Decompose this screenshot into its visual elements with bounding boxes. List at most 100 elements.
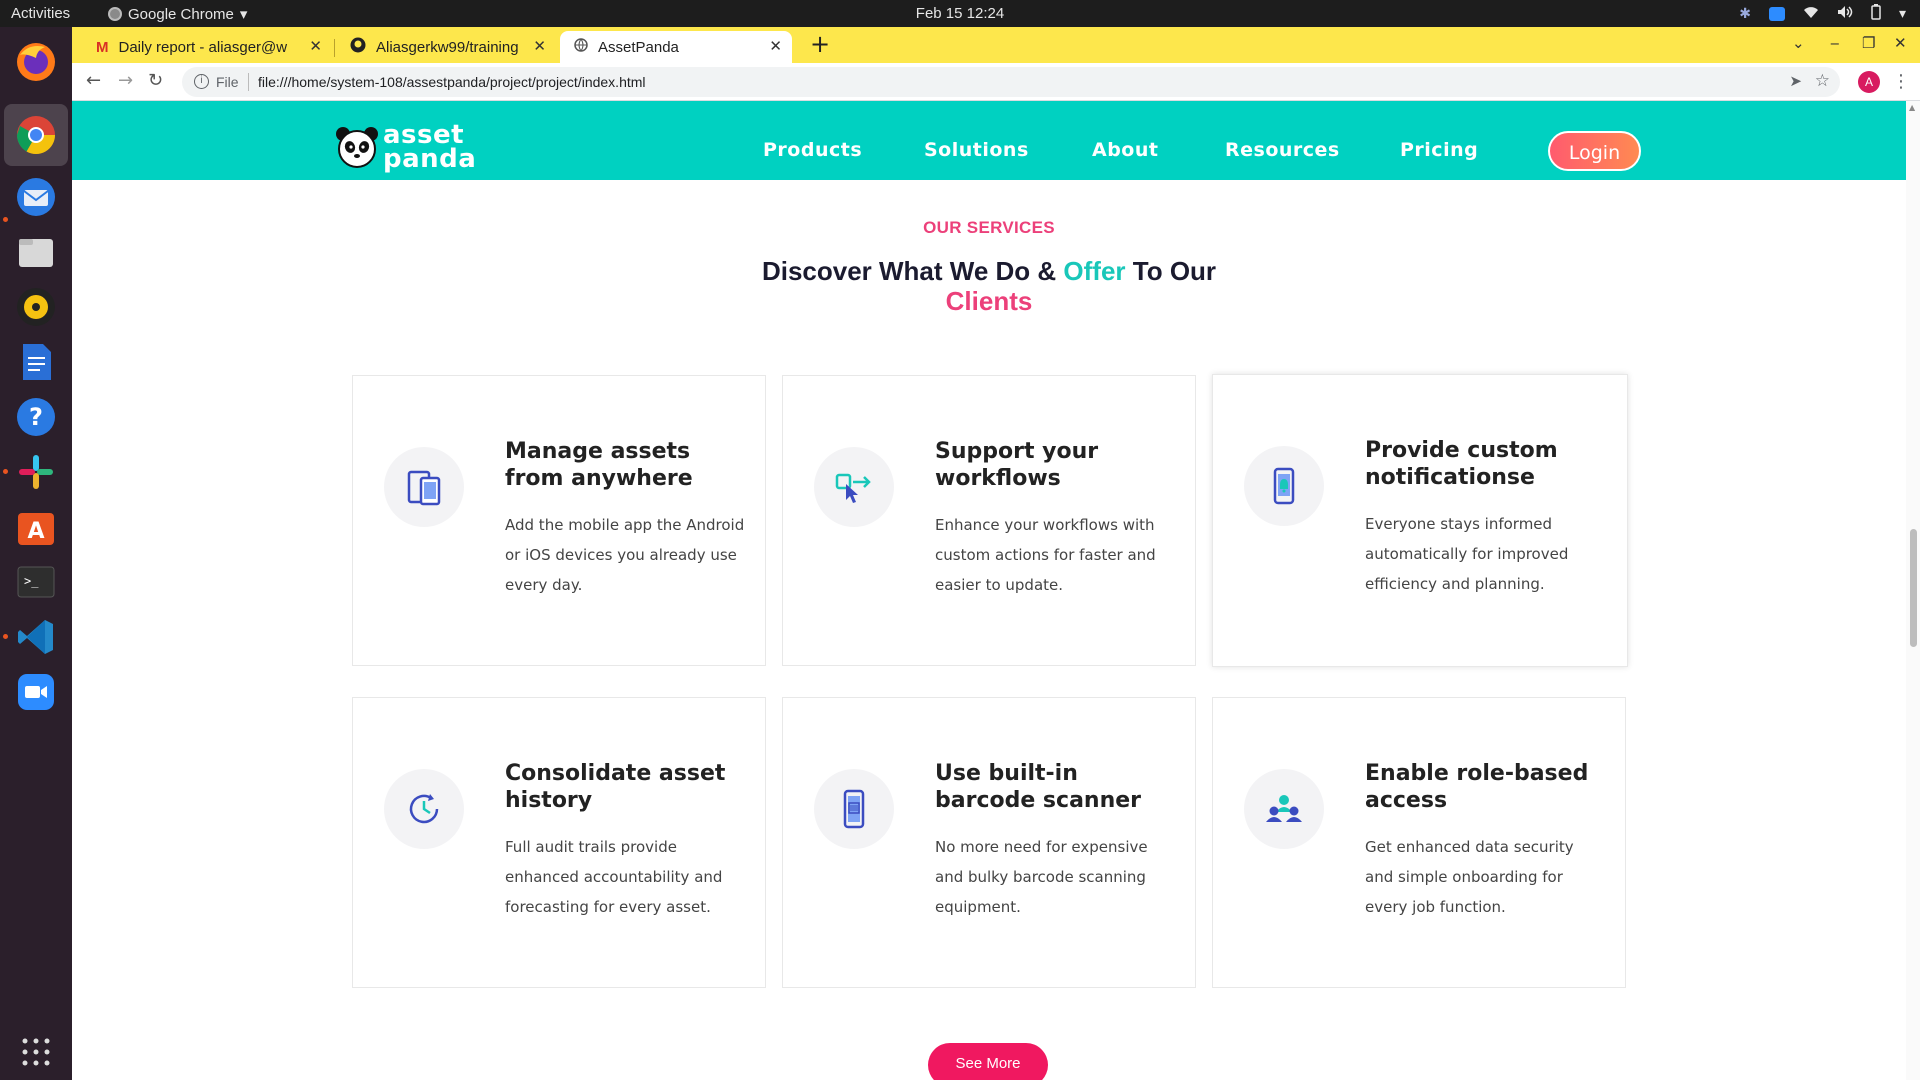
firefox-icon[interactable] bbox=[11, 37, 61, 87]
profile-avatar[interactable]: A bbox=[1858, 71, 1880, 93]
libreoffice-writer-icon[interactable] bbox=[11, 337, 61, 387]
card-title: Consolidate asset history bbox=[505, 761, 726, 813]
activities-button[interactable]: Activities bbox=[11, 5, 70, 22]
url-text[interactable]: file:///home/system-108/assestpanda/proj… bbox=[258, 74, 646, 90]
service-card[interactable]: Consolidate asset history Full audit tra… bbox=[352, 697, 766, 988]
title-highlight-clients: Clients bbox=[945, 286, 1033, 316]
zoom-icon[interactable] bbox=[11, 667, 61, 717]
card-description: Get enhanced data security and simple on… bbox=[1365, 838, 1574, 916]
minimize-button[interactable]: ‒ bbox=[1830, 34, 1840, 52]
tab-title: Daily report - aliasger@w bbox=[118, 38, 288, 56]
card-title: Enable role-based access bbox=[1365, 761, 1589, 813]
card-title: Manage assets from anywhere bbox=[505, 439, 693, 491]
app-menu[interactable]: Google Chrome ▾ bbox=[108, 5, 247, 23]
system-top-bar: Activities Google Chrome ▾ Feb 15 12:24 … bbox=[0, 0, 1920, 27]
card-description: Add the mobile app the Android or iOS de… bbox=[505, 516, 745, 594]
reload-button[interactable]: ↻ bbox=[148, 70, 163, 91]
tab-gmail[interactable]: M Daily report - aliasger@w ✕ bbox=[82, 31, 332, 63]
logo-text-line2: panda bbox=[383, 144, 477, 174]
login-button[interactable]: Login bbox=[1548, 131, 1641, 171]
workflow-cursor-icon bbox=[814, 447, 894, 527]
barcode-scanner-icon bbox=[814, 769, 894, 849]
terminal-icon[interactable]: >_ bbox=[11, 557, 61, 607]
restore-button[interactable]: ❐ bbox=[1862, 34, 1875, 52]
power-menu-icon[interactable]: ▾ bbox=[1899, 5, 1906, 22]
clock[interactable]: Feb 15 12:24 bbox=[0, 5, 1920, 22]
services-title: Discover What We Do & Offer To Our Clien… bbox=[72, 256, 1906, 316]
show-applications-icon[interactable] bbox=[11, 1027, 61, 1077]
tab-title: AssetPanda bbox=[598, 38, 679, 56]
tab-github[interactable]: Aliasgerkw99/training ✕ bbox=[336, 31, 556, 63]
battery-icon[interactable] bbox=[1871, 4, 1881, 23]
nav-resources[interactable]: Resources bbox=[1225, 139, 1340, 161]
role-group-icon bbox=[1244, 769, 1324, 849]
thunderbird-icon[interactable] bbox=[11, 172, 61, 222]
service-card[interactable]: Support your workflows Enhance your work… bbox=[782, 375, 1196, 666]
card-title: Support your workflows bbox=[935, 439, 1099, 491]
chrome-icon[interactable] bbox=[4, 104, 68, 166]
chevron-down-icon: ▾ bbox=[239, 6, 248, 23]
service-card[interactable]: Enable role-based access Get enhanced da… bbox=[1212, 697, 1626, 988]
assetpanda-logo[interactable]: asset panda bbox=[335, 122, 477, 174]
slack-icon[interactable] bbox=[11, 447, 61, 497]
phone-notification-icon bbox=[1244, 446, 1324, 526]
scrollbar-thumb[interactable] bbox=[1910, 529, 1917, 647]
github-icon bbox=[350, 37, 366, 57]
close-icon[interactable]: ✕ bbox=[769, 37, 782, 55]
card-description: Full audit trails provide enhanced accou… bbox=[505, 838, 723, 916]
service-card[interactable]: Use built-in barcode scanner No more nee… bbox=[782, 697, 1196, 988]
new-tab-button[interactable]: + bbox=[810, 30, 830, 58]
forward-button[interactable]: → bbox=[118, 70, 133, 91]
app-center-icon[interactable]: A bbox=[11, 502, 61, 552]
nav-products[interactable]: Products bbox=[763, 139, 862, 161]
slack-tray-icon[interactable]: ✱ bbox=[1739, 5, 1751, 22]
nav-about[interactable]: About bbox=[1092, 139, 1158, 161]
service-card[interactable]: Manage assets from anywhere Add the mobi… bbox=[352, 375, 766, 666]
back-button[interactable]: ← bbox=[86, 70, 101, 91]
page-scrollbar[interactable]: ▲ bbox=[1906, 101, 1920, 1080]
help-icon[interactable]: ? bbox=[11, 392, 61, 442]
info-icon[interactable]: i bbox=[194, 74, 209, 89]
browser-toolbar: ← → ↻ i File file:///home/system-108/ass… bbox=[72, 63, 1920, 101]
vscode-icon[interactable] bbox=[11, 612, 61, 662]
service-card[interactable]: Provide custom notificationse Everyone s… bbox=[1212, 374, 1628, 667]
gmail-icon: M bbox=[96, 38, 109, 56]
close-icon[interactable]: ✕ bbox=[309, 37, 322, 55]
files-icon[interactable] bbox=[11, 227, 61, 277]
send-icon[interactable]: ➤ bbox=[1789, 72, 1802, 90]
tab-assetpanda[interactable]: AssetPanda ✕ bbox=[560, 31, 792, 63]
panda-icon bbox=[336, 127, 378, 168]
wifi-icon[interactable] bbox=[1803, 5, 1819, 22]
svg-text:?: ? bbox=[29, 403, 43, 431]
nav-pricing[interactable]: Pricing bbox=[1400, 139, 1478, 161]
kebab-menu-icon[interactable]: ⋮ bbox=[1892, 71, 1910, 92]
svg-text:>_: >_ bbox=[24, 574, 39, 588]
address-bar[interactable]: i File file:///home/system-108/assestpan… bbox=[182, 67, 1840, 97]
bookmark-star-icon[interactable]: ☆ bbox=[1815, 71, 1830, 91]
history-clock-icon bbox=[384, 769, 464, 849]
ubuntu-dock: ? A >_ bbox=[0, 27, 72, 1080]
tab-title: Aliasgerkw99/training bbox=[376, 38, 519, 56]
see-more-button[interactable]: See More bbox=[928, 1043, 1048, 1080]
card-description: Enhance your workflows with custom actio… bbox=[935, 516, 1156, 594]
svg-text:A: A bbox=[27, 519, 44, 544]
nav-solutions[interactable]: Solutions bbox=[924, 139, 1029, 161]
volume-icon[interactable] bbox=[1837, 5, 1853, 22]
rhythmbox-icon[interactable] bbox=[11, 282, 61, 332]
zoom-tray-icon[interactable] bbox=[1768, 6, 1785, 21]
close-icon[interactable]: ✕ bbox=[533, 37, 546, 55]
tab-search-icon[interactable]: ⌄ bbox=[1792, 34, 1805, 52]
title-highlight-offer: Offer bbox=[1063, 256, 1126, 286]
card-description: Everyone stays informed automatically fo… bbox=[1365, 515, 1569, 593]
card-title: Provide custom notificationse bbox=[1365, 438, 1558, 490]
services-kicker: OUR SERVICES bbox=[923, 218, 1055, 237]
card-description: No more need for expensive and bulky bar… bbox=[935, 838, 1148, 916]
site-navbar: asset panda Products Solutions About Res… bbox=[72, 101, 1906, 180]
browser-tab-strip: M Daily report - aliasger@w ✕ Aliasgerkw… bbox=[72, 27, 1920, 63]
page-viewport: asset panda Products Solutions About Res… bbox=[72, 101, 1906, 1080]
system-tray[interactable]: ✱ ▾ bbox=[1739, 4, 1906, 23]
chrome-small-icon bbox=[108, 7, 122, 21]
url-scheme: File bbox=[216, 74, 239, 90]
app-menu-label: Google Chrome bbox=[128, 5, 234, 23]
close-window-button[interactable]: ✕ bbox=[1894, 34, 1907, 52]
